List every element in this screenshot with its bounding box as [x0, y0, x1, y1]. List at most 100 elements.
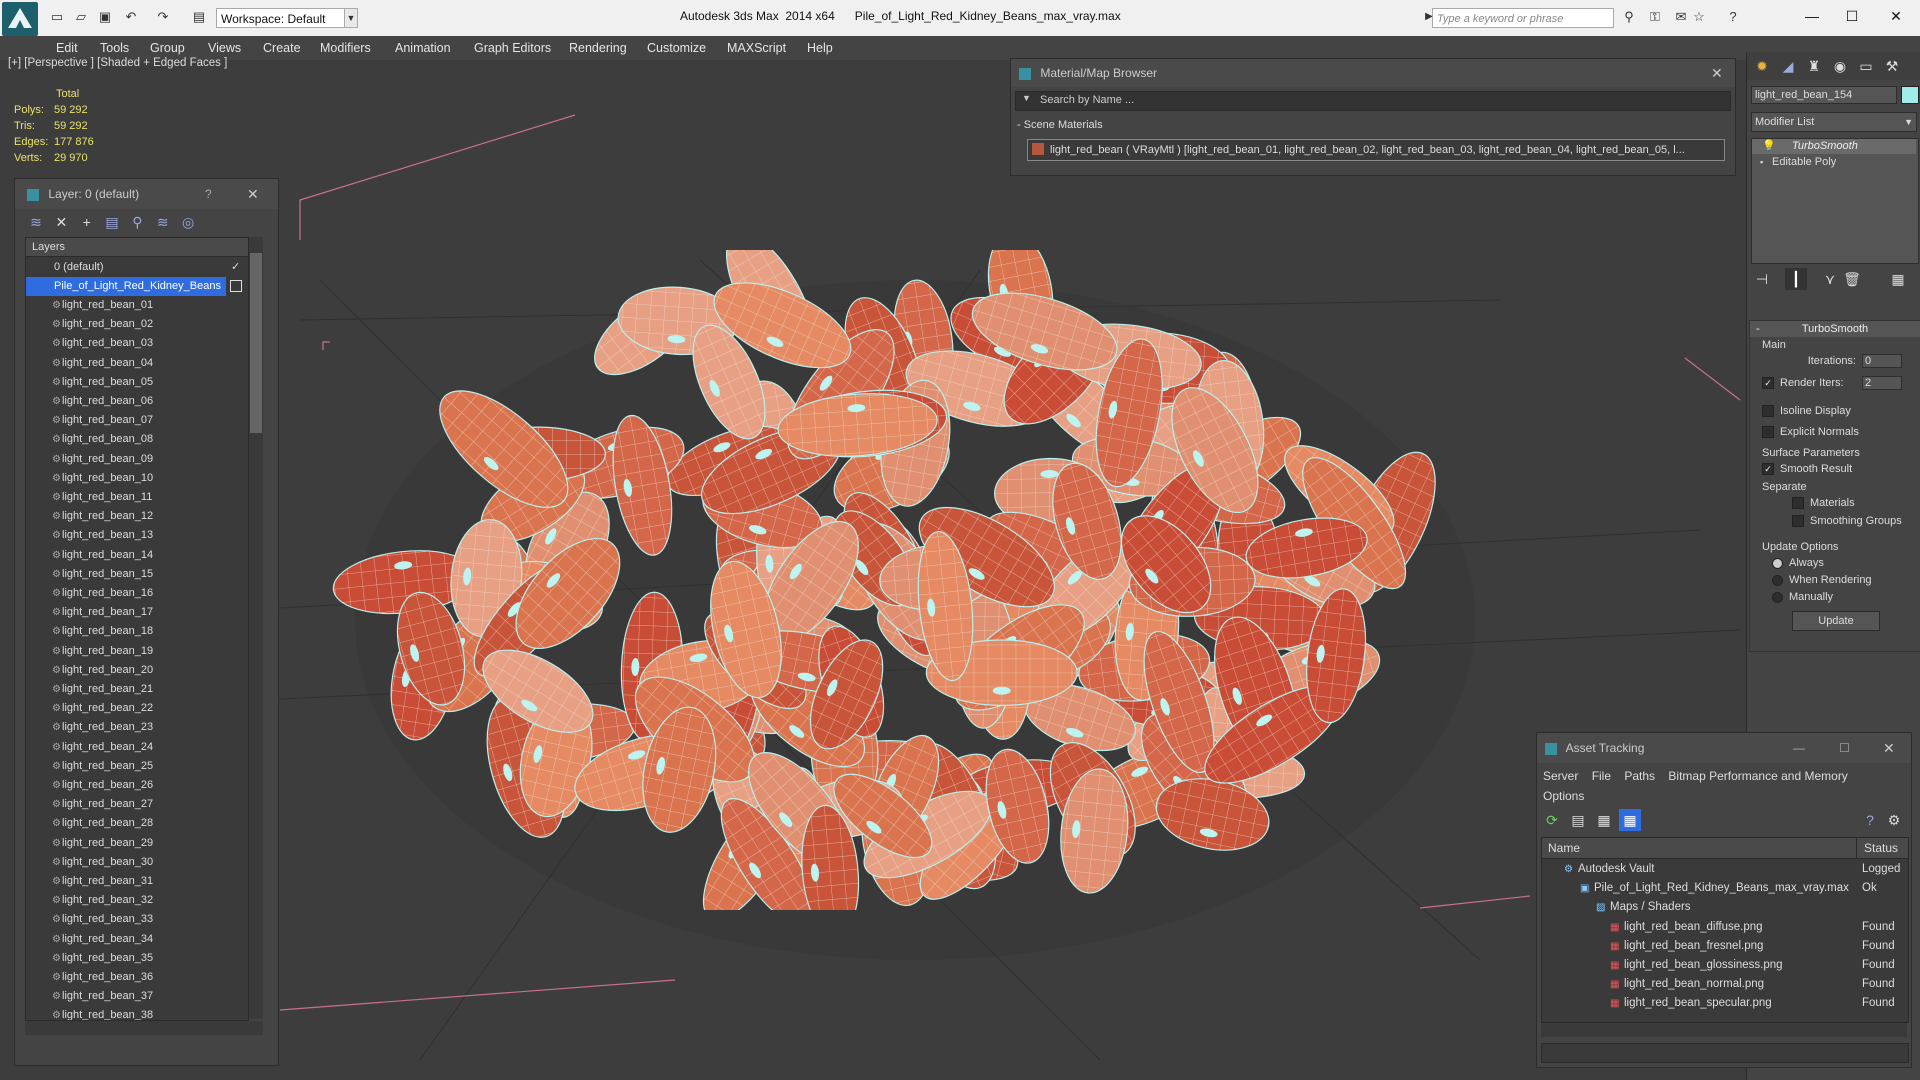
hide-all-icon[interactable]: ◎: [177, 211, 199, 233]
render-iters-row[interactable]: ✓ Render Iters:: [1762, 377, 1844, 390]
layer-object-item[interactable]: ⚙ light_red_bean_27: [26, 795, 248, 814]
configure-sets-icon[interactable]: ▦: [1887, 268, 1909, 290]
asset-row[interactable]: ▦ light_red_bean_normal.png: [1542, 975, 1856, 994]
layer-object-item[interactable]: ⚙ light_red_bean_14: [26, 546, 248, 565]
minimize-button[interactable]: —: [1793, 733, 1805, 763]
layer-object-item[interactable]: ⚙ light_red_bean_30: [26, 853, 248, 872]
layer-object-item[interactable]: ⚙ light_red_bean_12: [26, 507, 248, 526]
layer-object-item[interactable]: ⚙ light_red_bean_17: [26, 603, 248, 622]
menu-server[interactable]: Server: [1543, 769, 1578, 783]
communication-icon[interactable]: ✉: [1672, 8, 1690, 26]
menu-animation[interactable]: Animation: [395, 41, 451, 55]
scene-materials-section[interactable]: - Scene Materials: [1017, 119, 1103, 131]
when-rendering-radio[interactable]: [1772, 574, 1783, 586]
column-header-layers[interactable]: Layers: [26, 238, 248, 257]
open-file-icon[interactable]: ▱: [72, 8, 90, 26]
menu-customize[interactable]: Customize: [647, 41, 706, 55]
isoline-display-checkbox[interactable]: [1762, 405, 1774, 418]
layer-object-item[interactable]: ⚙ light_red_bean_10: [26, 469, 248, 488]
layer-object-item[interactable]: ⚙ light_red_bean_36: [26, 968, 248, 987]
delete-layer-icon[interactable]: ✕: [50, 211, 72, 233]
vertical-scrollbar[interactable]: [249, 237, 263, 1019]
menu-modifiers[interactable]: Modifiers: [320, 41, 371, 55]
column-header-name[interactable]: Name: [1548, 841, 1580, 855]
layer-object-item[interactable]: ⚙ light_red_bean_09: [26, 450, 248, 469]
manually-row[interactable]: Manually: [1772, 591, 1833, 603]
menu-paths[interactable]: Paths: [1624, 769, 1655, 783]
asset-row[interactable]: ▦ light_red_bean_glossiness.png: [1542, 956, 1856, 975]
close-button[interactable]: ✕: [1876, 4, 1916, 28]
layer-object-item[interactable]: ⚙ light_red_bean_23: [26, 718, 248, 737]
smooth-result-row[interactable]: ✓ Smooth Result: [1762, 463, 1852, 476]
grid-view-icon[interactable]: ▦: [1619, 809, 1641, 831]
menu-graph-editors[interactable]: Graph Editors: [474, 41, 551, 55]
current-layer-icon[interactable]: [230, 280, 242, 292]
materials-row[interactable]: Materials: [1792, 497, 1855, 510]
modify-tab-icon[interactable]: ◢: [1777, 55, 1799, 77]
layer-object-item[interactable]: ⚙ light_red_bean_20: [26, 661, 248, 680]
new-file-icon[interactable]: ▭: [48, 8, 66, 26]
workspace-dropdown[interactable]: Workspace: Default: [216, 8, 356, 28]
isoline-display-row[interactable]: Isoline Display: [1762, 405, 1851, 418]
layer-object-item[interactable]: ⚙ light_red_bean_03: [26, 334, 248, 353]
menu-views[interactable]: Views: [208, 41, 241, 55]
layer-object-item[interactable]: ⚙ light_red_bean_02: [26, 315, 248, 334]
iterations-spinner[interactable]: 0: [1862, 354, 1902, 368]
asset-row[interactable]: ▨ Maps / Shaders: [1542, 898, 1856, 917]
layer-selected[interactable]: Pile_of_Light_Red_Kidney_Beans: [26, 277, 226, 296]
subscription-icon[interactable]: ⚿: [1646, 8, 1664, 26]
project-folder-icon[interactable]: ▤: [190, 8, 208, 26]
remove-modifier-icon[interactable]: 🗑: [1841, 268, 1863, 290]
material-search-input[interactable]: ▼ Search by Name ...: [1015, 91, 1731, 111]
always-row[interactable]: Always: [1772, 557, 1824, 569]
layer-object-item[interactable]: ⚙ light_red_bean_22: [26, 699, 248, 718]
settings-help-icon[interactable]: ⚙: [1883, 809, 1905, 831]
layer-object-item[interactable]: ⚙ light_red_bean_04: [26, 354, 248, 373]
column-divider[interactable]: [1856, 838, 1857, 858]
table-view-icon[interactable]: ▦: [1593, 809, 1615, 831]
select-layer-icon[interactable]: ≋: [25, 211, 47, 233]
utilities-tab-icon[interactable]: ⚒: [1881, 55, 1903, 77]
smoothing-groups-checkbox[interactable]: [1792, 515, 1804, 528]
add-layer-icon[interactable]: +: [76, 211, 98, 233]
help-icon[interactable]: ?: [1724, 8, 1742, 26]
layer-object-item[interactable]: ⚙ light_red_bean_33: [26, 910, 248, 929]
lightbulb-icon[interactable]: 💡: [1762, 139, 1776, 154]
keyword-search-input[interactable]: Type a keyword or phrase: [1432, 8, 1614, 28]
maximize-button[interactable]: ☐: [1832, 4, 1872, 28]
app-menu-button[interactable]: [2, 2, 38, 36]
display-tab-icon[interactable]: ▭: [1855, 55, 1877, 77]
layer-object-item[interactable]: ⚙ light_red_bean_01: [26, 296, 248, 315]
column-header-status[interactable]: Status: [1864, 841, 1898, 855]
show-end-result-icon[interactable]: ┃: [1785, 268, 1807, 290]
stack-item-turbosmooth[interactable]: 💡 TurboSmooth: [1752, 139, 1916, 154]
expand-icon[interactable]: ▪: [1760, 155, 1763, 170]
minimize-button[interactable]: —: [1792, 4, 1832, 28]
layer-object-item[interactable]: ⚙ light_red_bean_13: [26, 526, 248, 545]
layer-object-item[interactable]: ⚙ light_red_bean_07: [26, 411, 248, 430]
layer-object-item[interactable]: ⚙ light_red_bean_11: [26, 488, 248, 507]
save-icon[interactable]: ▣: [96, 8, 114, 26]
chevron-down-icon[interactable]: ▼: [344, 8, 358, 28]
layer-object-item[interactable]: ⚙ light_red_bean_06: [26, 392, 248, 411]
asset-path-field[interactable]: [1541, 1043, 1909, 1063]
layer-object-item[interactable]: ⚙ light_red_bean_24: [26, 738, 248, 757]
viewport-label[interactable]: [+] [Perspective ] [Shaded + Edged Faces…: [8, 57, 227, 69]
layer-object-item[interactable]: ⚙ light_red_bean_05: [26, 373, 248, 392]
layer-object-item[interactable]: ⚙ light_red_bean_15: [26, 565, 248, 584]
explicit-normals-row[interactable]: Explicit Normals: [1762, 426, 1859, 439]
pin-stack-icon[interactable]: ⊣: [1751, 268, 1773, 290]
help-icon[interactable]: ?: [1859, 809, 1881, 831]
create-tab-icon[interactable]: ✹: [1751, 55, 1773, 77]
asset-row[interactable]: ▦ light_red_bean_specular.png: [1542, 994, 1856, 1013]
menu-bitmap-performance[interactable]: Bitmap Performance and Memory: [1668, 769, 1847, 783]
list-view-icon[interactable]: ▤: [1567, 809, 1589, 831]
asset-row[interactable]: ⚙ Autodesk Vault: [1542, 860, 1856, 879]
material-entry[interactable]: light_red_bean ( VRayMtl ) [light_red_be…: [1027, 139, 1725, 161]
highlight-layer-icon[interactable]: ≋: [152, 211, 174, 233]
layer-object-item[interactable]: ⚙ light_red_bean_26: [26, 776, 248, 795]
object-color-swatch[interactable]: [1901, 86, 1919, 104]
layer-object-item[interactable]: ⚙ light_red_bean_32: [26, 891, 248, 910]
layer-default[interactable]: 0 (default) ✓: [26, 258, 248, 277]
smoothing-groups-row[interactable]: Smoothing Groups: [1792, 515, 1902, 528]
